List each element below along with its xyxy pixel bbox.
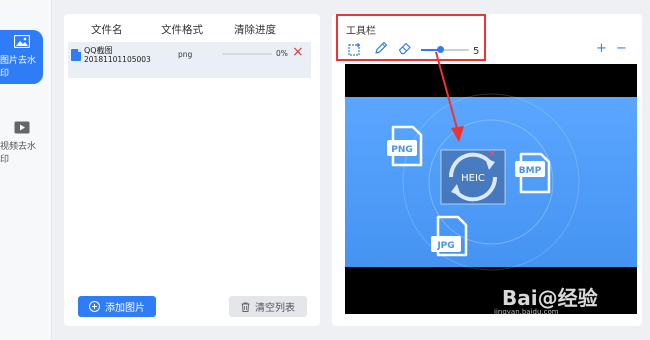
file-table-header: 文件名 文件格式 清除进度 <box>64 20 320 40</box>
eraser-icon[interactable] <box>398 41 412 55</box>
crop-icon[interactable] <box>348 42 362 56</box>
zoom-in-icon[interactable]: + <box>596 42 607 55</box>
preview-panel: 工具栏 5 + − PNG BMP JPG HEIC × <box>332 14 642 326</box>
clear-list-button[interactable]: 清空列表 <box>229 296 307 317</box>
jpg-label: JPG <box>436 241 454 251</box>
nav-image-watermark[interactable]: 图片去水印 <box>0 30 43 84</box>
add-image-button[interactable]: 添加图片 <box>78 296 156 317</box>
delete-icon[interactable]: × <box>292 44 304 60</box>
bmp-file-icon: BMP <box>515 152 551 194</box>
png-label: PNG <box>391 145 413 155</box>
file-icon <box>71 49 81 61</box>
toolbox-title: 工具栏 <box>346 26 376 37</box>
image-preview[interactable]: PNG BMP JPG HEIC × <box>345 64 637 314</box>
nav-video-watermark-label: 视频去水印 <box>0 142 37 165</box>
baidu-watermark-logo: Bai@经验 <box>502 286 598 310</box>
nav-video-watermark[interactable]: 视频去水印 <box>0 116 43 170</box>
zoom-out-icon[interactable]: − <box>616 42 627 55</box>
file-panel: 文件名 文件格式 清除进度 QQ截图 20181101105003 png 0%… <box>64 14 320 326</box>
baidu-watermark-url: jingyan.baidu.com <box>494 308 559 316</box>
plus-circle-icon <box>89 301 100 312</box>
nav-image-watermark-label: 图片去水印 <box>0 56 37 79</box>
brush-size-slider-fill <box>421 49 438 51</box>
pen-icon[interactable] <box>374 41 388 55</box>
selection-close-icon: × <box>488 149 496 159</box>
image-icon <box>13 35 30 48</box>
progress-text: 0% <box>276 49 288 58</box>
heic-label: HEIC <box>461 173 485 184</box>
brush-size-slider[interactable] <box>421 49 469 51</box>
video-icon <box>14 121 29 134</box>
trash-icon <box>241 302 250 312</box>
add-image-label: 添加图片 <box>105 303 145 314</box>
header-clear-progress: 清除进度 <box>234 24 276 36</box>
file-format: png <box>178 50 193 59</box>
header-file-format: 文件格式 <box>161 24 203 36</box>
preview-illustration: PNG BMP JPG HEIC × <box>387 93 580 271</box>
brush-size-value: 5 <box>473 46 480 57</box>
clear-list-label: 清空列表 <box>255 303 295 314</box>
table-row[interactable]: QQ截图 20181101105003 png 0% × <box>68 42 311 78</box>
file-name: QQ截图 <box>84 46 113 55</box>
progress-bar <box>222 53 272 55</box>
png-file-icon: PNG <box>387 125 423 167</box>
toolbox-highlight-box: 工具栏 5 <box>336 14 486 61</box>
sidebar: 图片去水印 视频去水印 <box>0 0 52 340</box>
file-name-sub: 20181101105003 <box>84 55 151 64</box>
header-file-name: 文件名 <box>91 24 123 36</box>
brush-size-slider-handle[interactable] <box>437 46 444 53</box>
bmp-label: BMP <box>519 166 542 176</box>
